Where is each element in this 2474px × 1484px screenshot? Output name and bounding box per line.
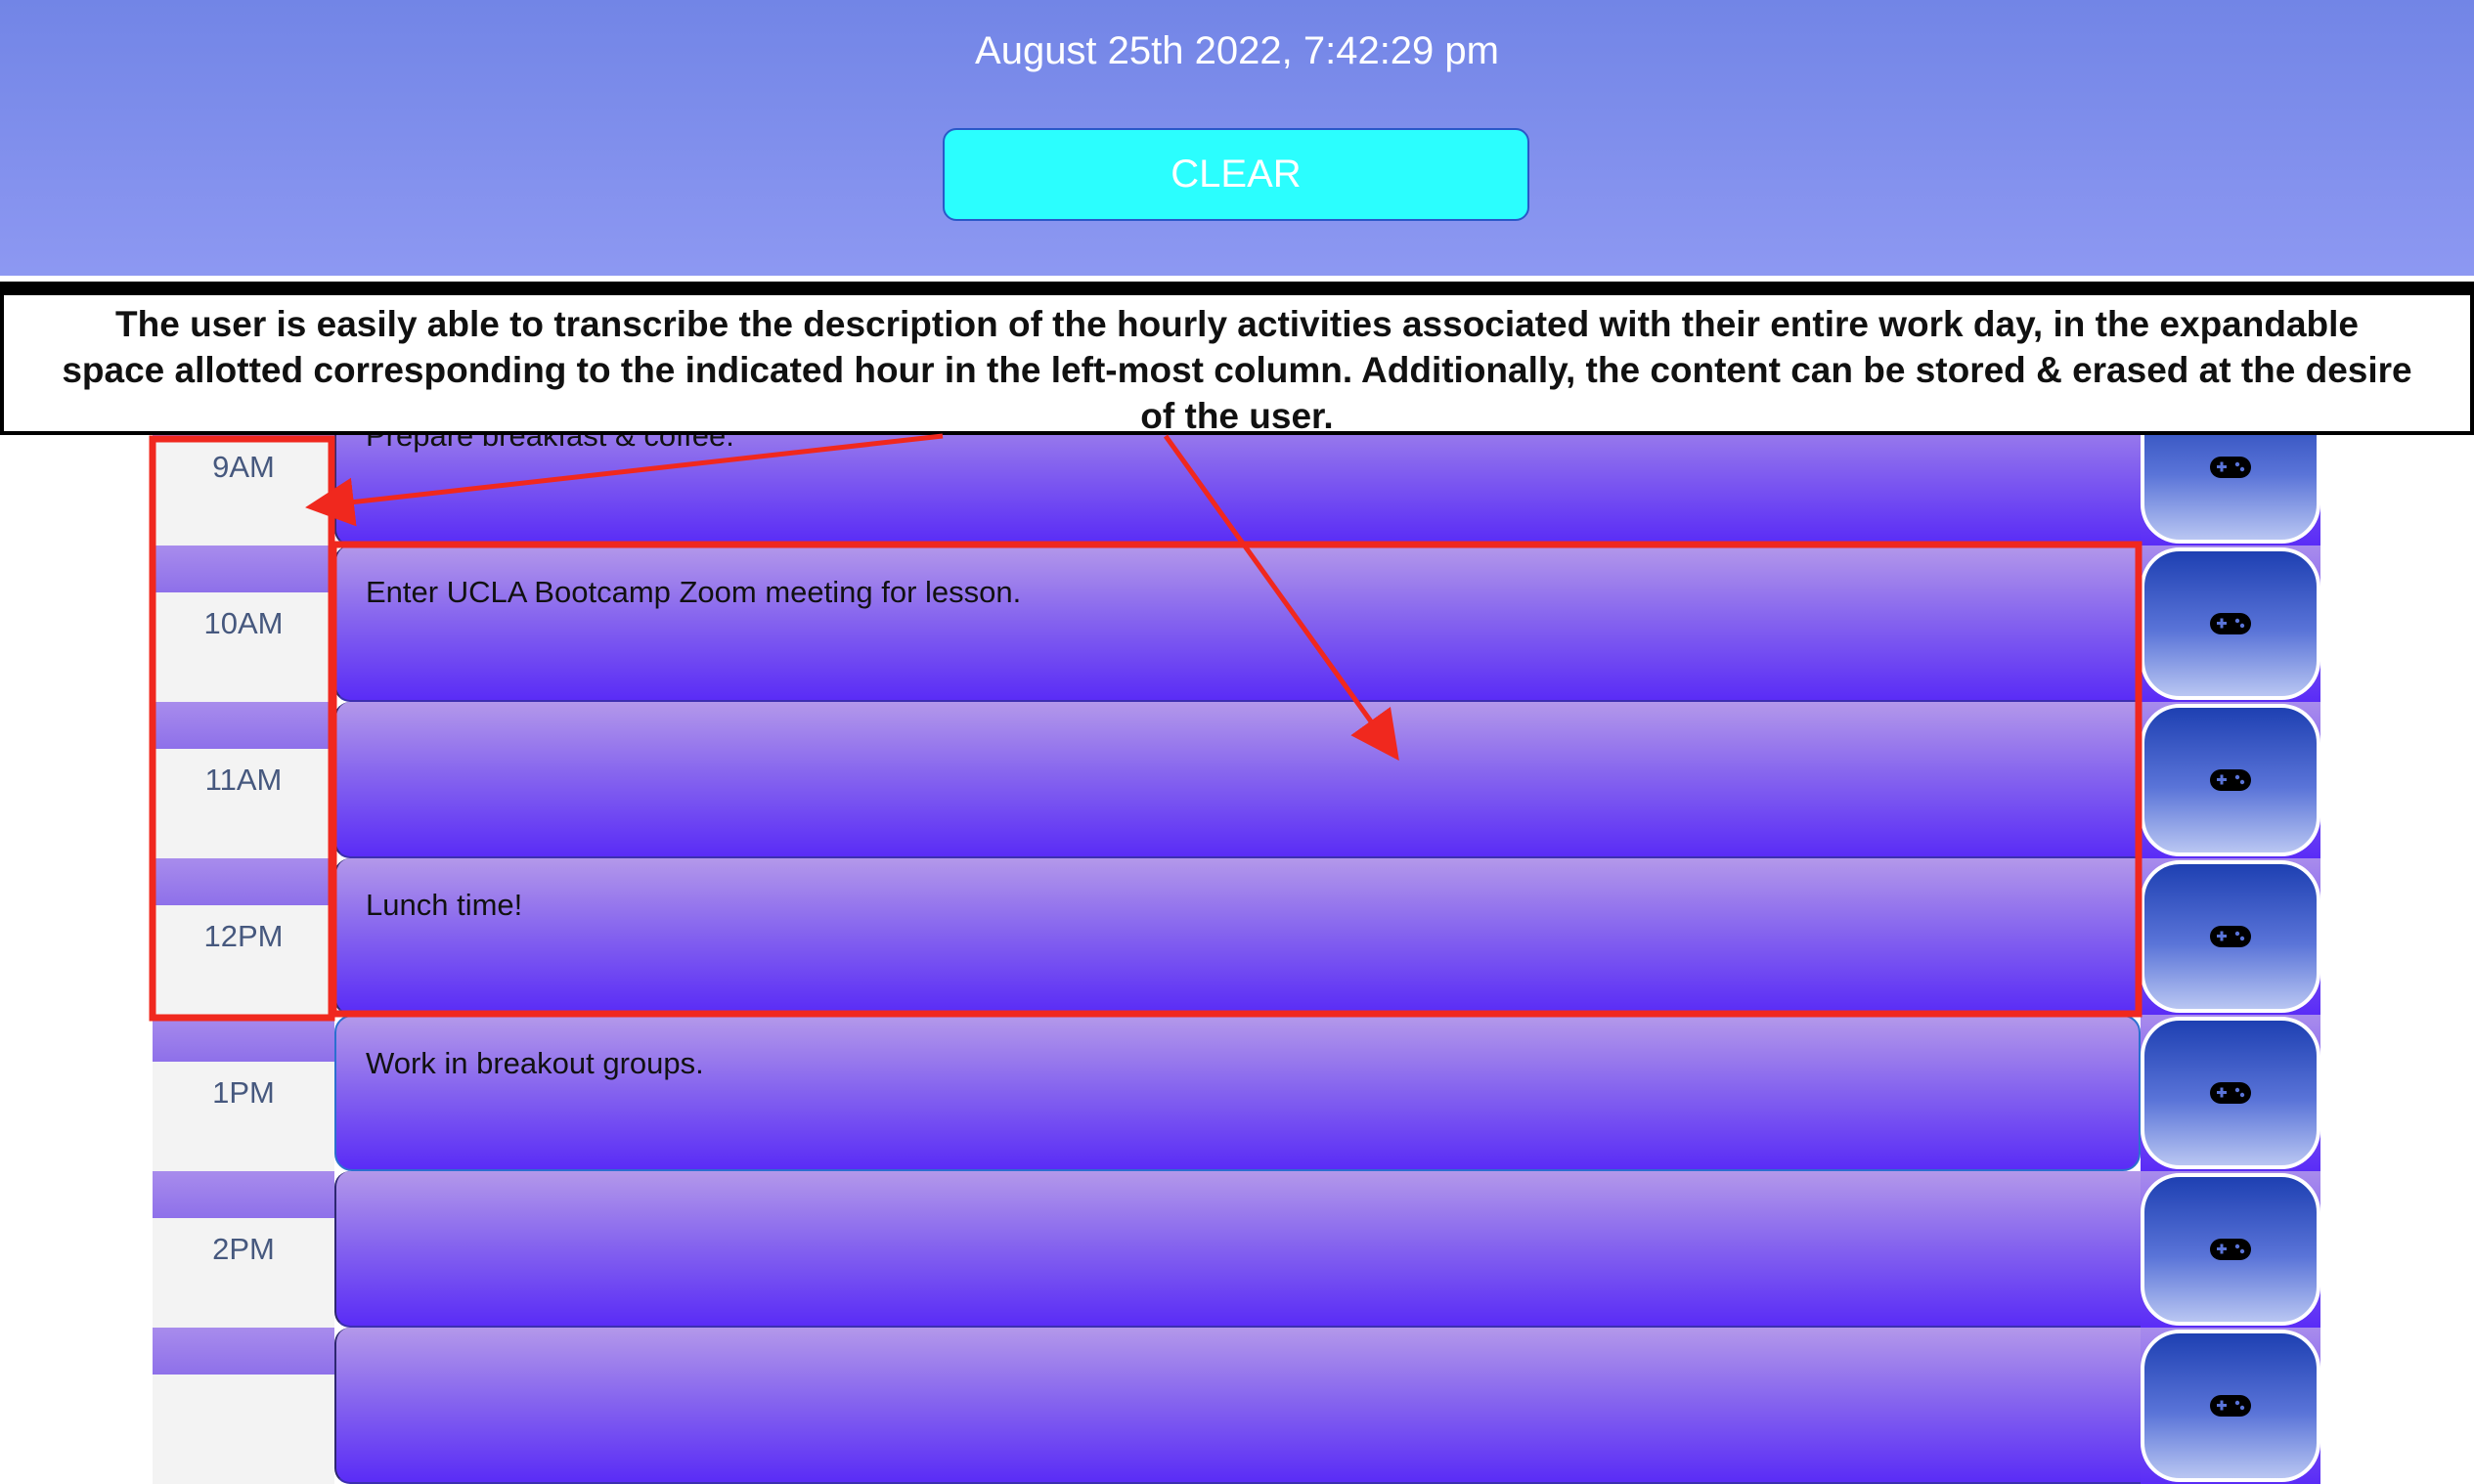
header: August 25th 2022, 7:42:29 pm CLEAR	[0, 0, 2474, 276]
time-block-1pm: 1PM Work in breakout groups.	[153, 1015, 2320, 1171]
hour-label: 10AM	[153, 546, 334, 702]
annotation-line: of the user.	[1140, 396, 1334, 436]
gamepad-icon	[2210, 769, 2251, 791]
time-block-3pm	[153, 1328, 2320, 1484]
save-button[interactable]	[2141, 704, 2320, 856]
annotation-line: The user is easily able to transcribe th…	[115, 304, 2359, 344]
description-textarea[interactable]: Enter UCLA Bootcamp Zoom meeting for les…	[334, 546, 2141, 702]
day-planner: 9AM Prepare breakfast & coffee. 10AM Ent…	[153, 389, 2320, 1484]
save-cell	[2141, 1328, 2320, 1484]
gamepad-icon	[2210, 926, 2251, 947]
annotation-callout: The user is easily able to transcribe th…	[0, 282, 2474, 436]
save-button[interactable]	[2141, 1173, 2320, 1326]
hour-label: 11AM	[153, 702, 334, 858]
time-block-2pm: 2PM	[153, 1171, 2320, 1328]
hour-label: 2PM	[153, 1171, 334, 1328]
current-datetime: August 25th 2022, 7:42:29 pm	[975, 29, 1499, 72]
hour-label	[153, 1328, 334, 1484]
save-button[interactable]	[2141, 1017, 2320, 1169]
page: { "header": { "datetime": "August 25th 2…	[0, 0, 2474, 1484]
description-textarea[interactable]	[334, 702, 2141, 858]
save-cell	[2141, 702, 2320, 858]
description-textarea[interactable]: Lunch time!	[334, 858, 2141, 1015]
save-cell	[2141, 858, 2320, 1015]
gamepad-icon	[2210, 1082, 2251, 1104]
save-cell	[2141, 1015, 2320, 1171]
time-block-10am: 10AM Enter UCLA Bootcamp Zoom meeting fo…	[153, 546, 2320, 702]
save-cell	[2141, 1171, 2320, 1328]
save-button[interactable]	[2141, 1330, 2320, 1482]
gamepad-icon	[2210, 1395, 2251, 1417]
description-textarea[interactable]	[334, 1171, 2141, 1328]
description-textarea[interactable]	[334, 1328, 2141, 1484]
save-button[interactable]	[2141, 547, 2320, 700]
save-button[interactable]	[2141, 860, 2320, 1013]
gamepad-icon	[2210, 457, 2251, 478]
gamepad-icon	[2210, 613, 2251, 634]
annotation-line: space allotted corresponding to the indi…	[62, 350, 2412, 390]
hour-label: 12PM	[153, 858, 334, 1015]
hour-label: 1PM	[153, 1015, 334, 1171]
gamepad-icon	[2210, 1239, 2251, 1260]
save-cell	[2141, 546, 2320, 702]
description-textarea[interactable]: Work in breakout groups.	[334, 1015, 2141, 1171]
time-block-12pm: 12PM Lunch time!	[153, 858, 2320, 1015]
clear-button[interactable]: CLEAR	[943, 128, 1529, 221]
time-block-11am: 11AM	[153, 702, 2320, 858]
